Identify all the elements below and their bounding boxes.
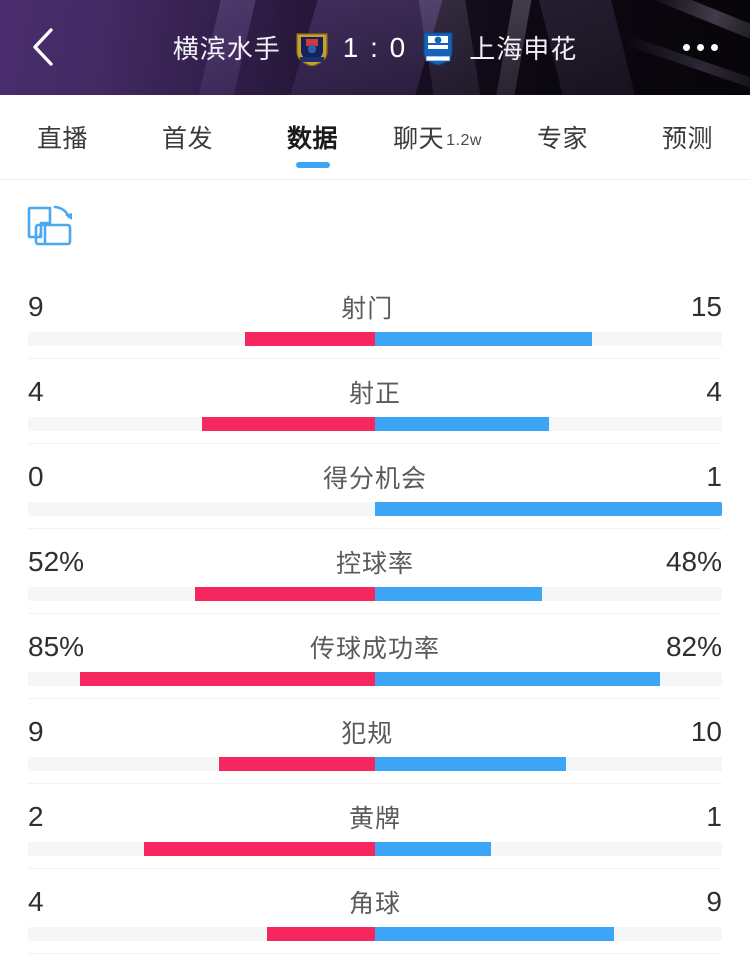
stat-bar-away-fill — [375, 502, 722, 516]
stat-row-shots-on-target: 4 射正 4 — [0, 359, 750, 444]
tab-expert[interactable]: 专家 — [500, 95, 625, 180]
stat-away-value: 1 — [706, 803, 722, 831]
stat-bar-home-fill — [144, 842, 375, 856]
scoreline: 横滨水手 1 : 0 上海申花 — [0, 0, 750, 95]
tab-chat[interactable]: 聊天 1.2w — [375, 95, 500, 180]
tab-live-label: 直播 — [37, 119, 88, 155]
stat-bar — [28, 502, 722, 516]
tab-data[interactable]: 数据 — [250, 95, 375, 180]
stat-label: 黄牌 — [349, 799, 401, 835]
stat-away-value: 1 — [706, 463, 722, 491]
stat-label: 射门 — [341, 289, 393, 325]
stat-label: 角球 — [349, 884, 401, 920]
stat-away-value: 15 — [691, 293, 722, 321]
stat-bar-away-fill — [375, 672, 660, 686]
stat-row-corners: 4 角球 9 — [0, 869, 750, 954]
away-team-badge-icon — [421, 30, 455, 66]
stat-away-value: 10 — [691, 718, 722, 746]
tab-lineup-label: 首发 — [162, 119, 213, 155]
match-score: 1 : 0 — [343, 32, 407, 64]
more-options-button[interactable] — [672, 33, 728, 61]
stat-label: 射正 — [349, 374, 401, 410]
tab-chat-label: 聊天 — [393, 119, 444, 155]
stat-home-value: 85% — [28, 633, 84, 661]
stat-home-value: 0 — [28, 463, 44, 491]
stat-bar-away-fill — [375, 332, 592, 346]
tab-lineup[interactable]: 首发 — [125, 95, 250, 180]
more-options-icon — [711, 44, 718, 51]
stat-bar — [28, 417, 722, 431]
stat-row-big-chances: 0 得分机会 1 — [0, 444, 750, 529]
rotate-to-landscape-icon[interactable] — [22, 204, 84, 248]
tab-prediction-label: 预测 — [662, 119, 713, 155]
stat-bar-home-fill — [80, 672, 375, 686]
stat-row-shots: 9 射门 15 — [0, 274, 750, 359]
away-team-name: 上海申花 — [469, 29, 577, 66]
more-options-icon — [683, 44, 690, 51]
stat-bar-home-fill — [267, 927, 375, 941]
tab-prediction[interactable]: 预测 — [625, 95, 750, 180]
home-team-name: 横滨水手 — [173, 29, 281, 66]
stat-bar-away-fill — [375, 842, 491, 856]
stat-bar-away-fill — [375, 417, 549, 431]
stat-label: 传球成功率 — [310, 629, 440, 665]
stat-home-value: 4 — [28, 378, 44, 406]
tab-active-indicator — [296, 162, 330, 168]
stat-bar-away-fill — [375, 927, 614, 941]
tab-live[interactable]: 直播 — [0, 95, 125, 180]
stats-toolbar: 比赛统计 球员统计 路径热区 — [0, 180, 750, 270]
stat-label: 得分机会 — [323, 459, 427, 495]
nav-tabs: 直播 首发 数据 聊天 1.2w 专家 预测 — [0, 95, 750, 180]
stat-bar-away-fill — [375, 757, 566, 771]
stat-home-value: 52% — [28, 548, 84, 576]
stat-bar — [28, 672, 722, 686]
stat-away-value: 48% — [666, 548, 722, 576]
stat-label: 控球率 — [336, 544, 414, 580]
stat-bar-away-fill — [375, 587, 542, 601]
stat-bar — [28, 587, 722, 601]
match-header: 横滨水手 1 : 0 上海申花 — [0, 0, 750, 95]
stat-home-value: 9 — [28, 293, 44, 321]
match-stats-list: 9 射门 15 4 射正 4 0 得分机会 1 — [0, 270, 750, 954]
back-button[interactable] — [20, 24, 66, 70]
tab-data-label: 数据 — [287, 119, 338, 155]
home-team-badge-icon — [295, 30, 329, 66]
stat-row-possession: 52% 控球率 48% — [0, 529, 750, 614]
chevron-left-icon — [30, 26, 56, 68]
stat-bar-home-fill — [245, 332, 375, 346]
stat-bar-home-fill — [219, 757, 375, 771]
more-options-icon — [697, 44, 704, 51]
stat-bar — [28, 927, 722, 941]
stat-bar-home-fill — [195, 587, 375, 601]
stat-bar — [28, 332, 722, 346]
stat-home-value: 2 — [28, 803, 44, 831]
row-divider — [28, 953, 722, 954]
stat-home-value: 4 — [28, 888, 44, 916]
stat-bar — [28, 842, 722, 856]
stat-row-pass-accuracy: 85% 传球成功率 82% — [0, 614, 750, 699]
stat-row-yellow-cards: 2 黄牌 1 — [0, 784, 750, 869]
stat-home-value: 9 — [28, 718, 44, 746]
stat-bar-home-fill — [202, 417, 376, 431]
stat-label: 犯规 — [341, 714, 393, 750]
stat-away-value: 9 — [706, 888, 722, 916]
stat-bar — [28, 757, 722, 771]
stat-away-value: 82% — [666, 633, 722, 661]
tab-expert-label: 专家 — [537, 119, 588, 155]
stat-away-value: 4 — [706, 378, 722, 406]
tab-chat-count: 1.2w — [446, 132, 482, 150]
stat-row-fouls: 9 犯规 10 — [0, 699, 750, 784]
